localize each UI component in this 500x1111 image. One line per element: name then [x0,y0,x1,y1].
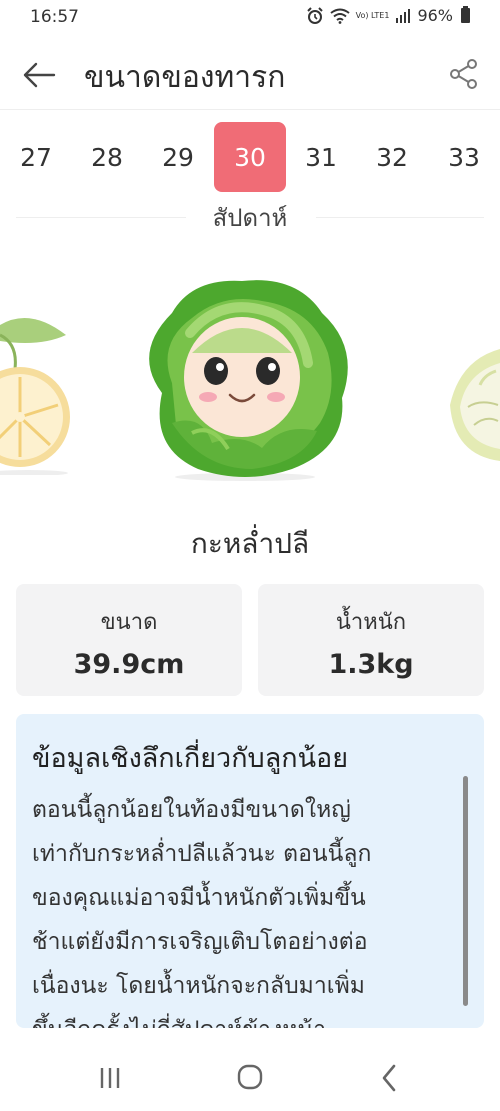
size-value: 39.9cm [73,649,185,680]
wifi-icon [330,8,350,24]
week-label-row: สัปดาห์ [0,196,500,236]
status-icons: Vo) LTE1 96% [306,6,470,25]
system-nav-bar [0,1040,500,1111]
produce-carousel[interactable] [0,245,500,505]
week-item-28[interactable]: 28 [71,122,143,192]
recent-apps-icon[interactable] [90,1060,130,1096]
insight-line: ของคุณแม่อาจมีน้ำหนักตัวเพิ่มขึ้น [32,885,366,911]
insight-line: ขึ้นอีกครั้งไม่กี่สัปดาห์ข้างหน้า [32,1008,466,1028]
status-bar: 16:57 Vo) LTE1 96% [0,0,500,36]
lte-indicator: Vo) LTE1 [355,10,390,20]
week-item-29[interactable]: 29 [142,122,214,192]
signal-icon [396,8,411,23]
melon-illustration [450,349,500,461]
citrus-illustration [0,317,70,475]
weight-label: น้ำหนัก [335,610,407,635]
weight-value: 1.3kg [328,649,414,680]
status-time: 16:57 [30,7,79,27]
insight-line: ตอนนี้ลูกน้อยในท้องมีขนาดใหญ่ [32,797,351,823]
produce-name: กะหล่ำปลี [190,527,310,560]
week-item-33[interactable]: 33 [428,122,500,192]
alarm-icon [306,6,323,24]
insight-line: เนื่องนะ โดยน้ำหนักจะกลับมาเพิ่ม [32,973,365,999]
week-item-31[interactable]: 31 [285,122,357,192]
insight-line: ช้าแต่ยังมีการเจริญเติบโตอย่างต่อ [32,929,368,955]
back-nav-icon[interactable] [370,1060,410,1096]
insight-title: ข้อมูลเชิงลึกเกี่ยวกับลูกน้อย [32,743,349,774]
screen: 16:57 Vo) LTE1 96% ขนาดของทารก 27 28 29 … [0,0,500,1111]
insight-line: เท่ากับกระหล่ำปลีแล้วนะ ตอนนี้ลูก [32,841,372,867]
scrollbar[interactable] [463,776,468,1006]
week-unit-label: สัปดาห์ [212,204,288,232]
back-arrow-icon[interactable] [20,56,58,94]
week-item-27[interactable]: 27 [0,122,72,192]
week-selector: 27 28 29 30 31 32 33 [0,122,500,192]
home-icon[interactable] [230,1060,270,1096]
page-title: ขนาดของทารก [84,60,286,95]
size-card: ขนาด 39.9cm [16,584,242,696]
insight-box[interactable]: ข้อมูลเชิงลึกเกี่ยวกับลูกน้อย ตอนนี้ลูกน… [16,714,484,1028]
app-bar: ขนาดของทารก [0,40,500,110]
share-icon[interactable] [448,58,480,90]
week-item-30-selected[interactable]: 30 [214,122,286,192]
week-item-32[interactable]: 32 [356,122,428,192]
size-label: ขนาด [100,610,158,635]
insight-body: ตอนนี้ลูกน้อยในท้องมีขนาดใหญ่ เท่ากับกระ… [32,788,466,1028]
battery-percent: 96% [417,6,453,25]
cabbage-illustration [149,280,348,481]
battery-icon [461,6,470,23]
weight-card: น้ำหนัก 1.3kg [258,584,484,696]
